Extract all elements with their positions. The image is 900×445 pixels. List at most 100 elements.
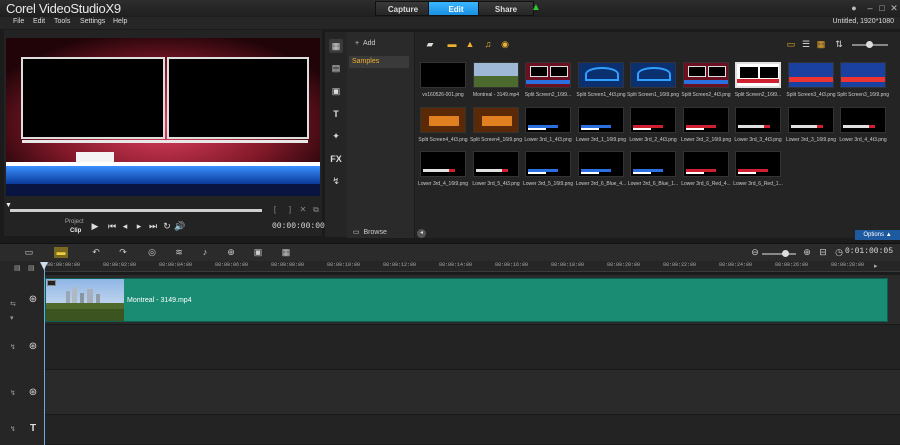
folder-samples[interactable]: Samples [349,56,409,68]
media-thumbnail[interactable] [630,151,676,177]
record-capture-icon[interactable]: ◎ [145,247,159,258]
end-icon[interactable]: ⏭ [147,221,159,232]
media-thumbnail[interactable] [420,151,466,177]
volume-icon[interactable]: 🔊 [174,221,186,232]
add-marker-icon[interactable]: ▤ [28,264,35,272]
media-thumbnail[interactable] [473,151,519,177]
media-thumbnail[interactable] [578,107,624,133]
media-thumbnail[interactable] [683,107,729,133]
sort-icon[interactable]: ⇅ [833,39,845,50]
media-thumbnail[interactable] [840,62,886,88]
mark-out-icon[interactable]: ] [285,205,295,215]
home-icon[interactable]: ⏮ [106,221,118,232]
auto-music-icon[interactable]: ♪ [198,247,212,258]
smart-package-icon[interactable]: ◉ [499,39,511,50]
graphic-icon[interactable]: ✦ [329,129,343,143]
previous-frame-icon[interactable]: ◂ [119,221,131,232]
media-thumbnail[interactable] [630,62,676,88]
zoom-out-icon[interactable]: ⊖ [748,247,762,258]
motion-tracking-icon[interactable]: ⊕ [224,247,238,258]
scroll-left-icon[interactable]: ◂ [417,229,426,238]
overlay-track[interactable] [44,325,900,370]
list-view-icon[interactable]: ☰ [800,39,812,50]
menu-settings[interactable]: Settings [80,18,105,25]
media-thumbnail[interactable] [420,107,466,133]
media-thumbnail[interactable] [578,62,624,88]
redo-icon[interactable]: ↷ [116,247,130,258]
playhead-line[interactable] [44,262,45,445]
media-thumbnail[interactable] [788,62,834,88]
tab-capture[interactable]: Capture [375,1,431,16]
menu-edit[interactable]: Edit [33,18,45,25]
fit-project-icon[interactable]: ⊟ [816,247,830,258]
path-icon[interactable]: ↯ [329,174,343,188]
video-track-expand-icon[interactable]: ▾ [10,314,14,322]
media-thumbnail[interactable] [840,107,886,133]
media-thumbnail[interactable] [578,151,624,177]
overlay-track-toggle-icon[interactable]: ↯ [10,343,16,351]
maximize-icon[interactable]: □ [876,2,888,14]
clip-mode-label[interactable]: Clip [70,228,81,234]
timecode-display[interactable]: 00:00:00:00 [272,222,325,231]
grid-view-icon[interactable]: ▦ [815,39,827,50]
overlay-track-2-toggle-icon[interactable]: ↯ [10,389,16,397]
menu-help[interactable]: Help [113,18,127,25]
media-thumbnail[interactable] [525,151,571,177]
scrub-handle[interactable]: ▼ [5,202,13,210]
media-icon[interactable]: ▦ [329,39,343,53]
fx-icon[interactable]: FX [329,152,343,166]
media-thumbnail[interactable] [735,107,781,133]
repeat-icon[interactable]: ↻ [161,221,173,232]
ruler-scroll-icon[interactable]: ▸ [874,262,878,270]
track-manager-icon[interactable]: ▤ [14,264,21,272]
tab-share[interactable]: Share [478,1,534,16]
media-thumbnail[interactable] [525,62,571,88]
project-mode-label[interactable]: Project [65,219,84,225]
help-icon[interactable]: ● [848,2,860,14]
browse-button[interactable]: ▭ Browse [353,228,387,236]
show-photos-icon[interactable]: ▲ [464,39,476,50]
tab-edit[interactable]: Edit [428,1,484,16]
media-thumbnail[interactable] [683,62,729,88]
zoom-in-icon[interactable]: ⊕ [800,247,814,258]
overlay-track-2[interactable] [44,370,900,415]
media-thumbnail[interactable] [525,107,571,133]
media-thumbnail[interactable] [735,62,781,88]
transition-icon[interactable]: ▣ [329,84,343,98]
next-frame-icon[interactable]: ▸ [133,221,145,232]
thumbnail-view-icon[interactable]: ▭ [785,39,797,50]
minimize-icon[interactable]: – [864,2,876,14]
upload-arrow-icon[interactable]: ▲ [531,3,541,13]
title-track-toggle-icon[interactable]: ↯ [10,425,16,433]
multi-camera-icon[interactable]: ▦ [279,247,293,258]
media-thumbnail[interactable] [735,151,781,177]
undo-icon[interactable]: ↶ [89,247,103,258]
split-clip-icon[interactable]: ✕ [298,205,308,215]
menu-file[interactable]: File [13,18,24,25]
title-track[interactable] [44,415,900,445]
scrub-bar[interactable] [10,209,262,212]
media-thumbnail[interactable] [683,151,729,177]
menu-tools[interactable]: Tools [54,18,70,25]
instant-project-icon[interactable]: ▤ [329,61,343,75]
title-icon[interactable]: T [329,107,343,121]
show-audio-icon[interactable]: ♫ [482,39,494,50]
media-thumbnail[interactable] [473,62,519,88]
show-videos-icon[interactable]: ▬ [446,39,458,50]
zoom-slider[interactable] [762,253,796,255]
subtitle-editor-icon[interactable]: ▣ [251,247,265,258]
timeline-view-icon[interactable]: ▬ [54,247,68,258]
video-track-toggle-icon[interactable]: ⇆ [10,300,16,308]
zoom-slider-handle[interactable] [782,250,789,257]
mark-in-icon[interactable]: [ [270,205,280,215]
options-button[interactable]: Options ▲ [855,230,900,240]
media-thumbnail[interactable] [420,62,466,88]
storyboard-view-icon[interactable]: ▭ [22,247,36,258]
sound-mixer-icon[interactable]: ≋ [172,247,186,258]
close-icon[interactable]: ✕ [888,2,900,14]
play-icon[interactable]: ▶ [89,221,101,232]
media-thumbnail[interactable] [473,107,519,133]
add-folder-button[interactable]: + Add [355,40,375,47]
media-thumbnail[interactable] [788,107,834,133]
enlarge-icon[interactable]: ⧉ [311,205,321,215]
